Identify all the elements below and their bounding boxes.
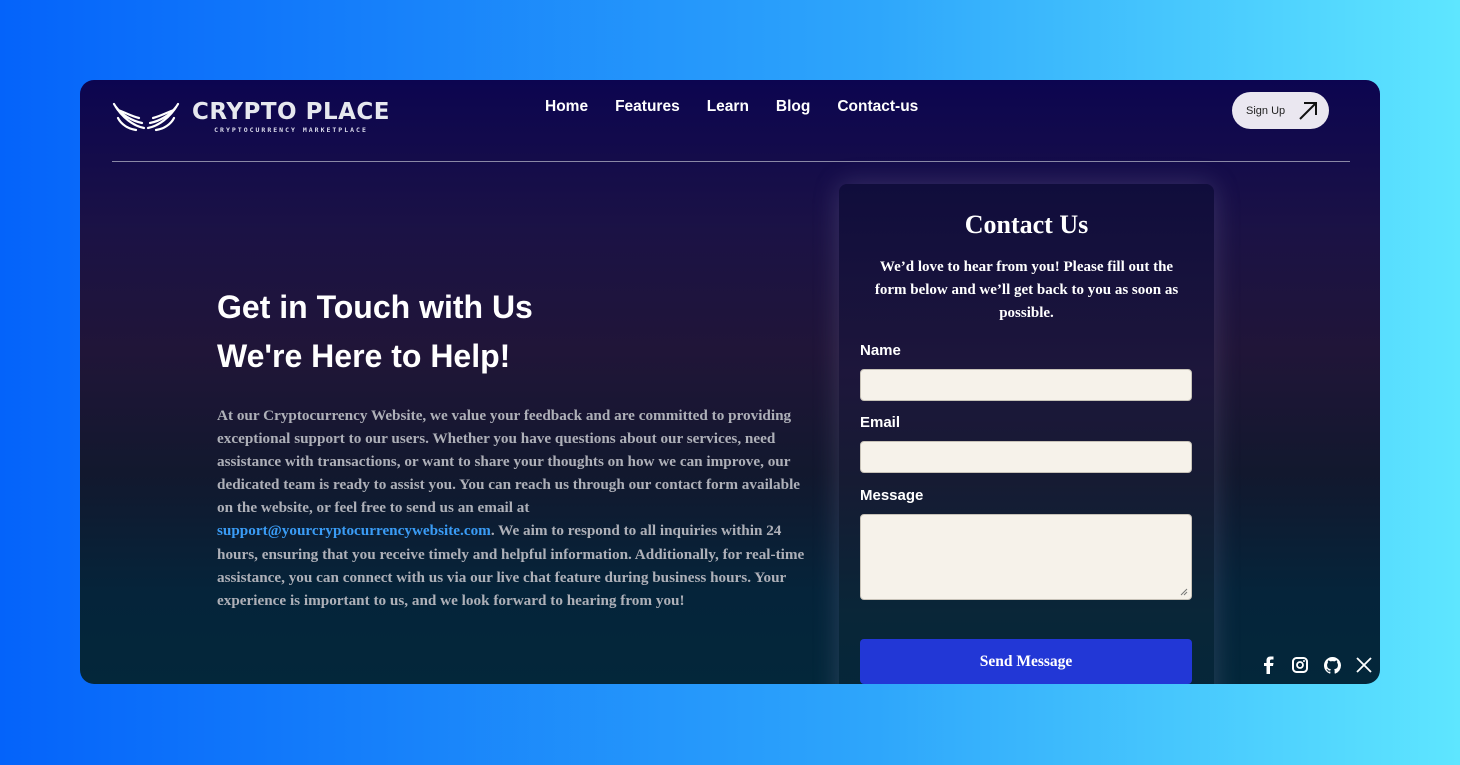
header-divider (112, 161, 1350, 162)
hero-heading: Get in Touch with Us (217, 289, 533, 325)
nav-contact-us[interactable]: Contact-us (837, 98, 918, 116)
instagram-icon[interactable] (1291, 656, 1309, 674)
signup-button[interactable]: Sign Up (1232, 92, 1329, 129)
nav-features[interactable]: Features (615, 98, 680, 116)
brand-title: CRYPTO PLACE (192, 98, 390, 125)
form-description: We’d love to hear from you! Please fill … (874, 259, 1179, 321)
social-links (1259, 656, 1373, 674)
wings-logo-icon (112, 102, 180, 132)
message-label: Message (860, 487, 924, 504)
nav-home[interactable]: Home (545, 98, 588, 116)
signup-label: Sign Up (1246, 104, 1286, 117)
support-email-link[interactable]: support@yourcryptocurrencywebsite.com (217, 522, 491, 539)
email-field[interactable] (860, 441, 1192, 473)
name-label: Name (860, 342, 901, 359)
page-card: CRYPTO PLACE CRYPTOCURRENCY MARKETPLACE … (80, 80, 1380, 684)
facebook-icon[interactable] (1259, 656, 1277, 674)
resize-handle-icon[interactable] (1180, 588, 1188, 596)
hero-section: Get in Touch with Us We're Here to Help!… (217, 290, 807, 612)
email-label: Email (860, 414, 901, 431)
github-icon[interactable] (1323, 656, 1341, 674)
nav-blog[interactable]: Blog (776, 98, 810, 116)
hero-paragraph: At our Cryptocurrency Website, we value … (217, 407, 805, 609)
hero-subheading: We're Here to Help! (217, 338, 511, 374)
name-field[interactable] (860, 369, 1192, 401)
x-icon[interactable] (1355, 656, 1373, 674)
contact-form: Contact Us We’d love to hear from you! P… (839, 184, 1214, 684)
form-title: Contact Us (964, 210, 1089, 239)
nav-learn[interactable]: Learn (707, 98, 749, 116)
message-field[interactable] (860, 514, 1192, 600)
send-message-button[interactable]: Send Message (860, 639, 1192, 684)
brand-logo[interactable]: CRYPTO PLACE CRYPTOCURRENCY MARKETPLACE (112, 98, 390, 134)
arrow-up-right-icon (1299, 102, 1317, 120)
main-nav: Home Features Learn Blog Contact-us (545, 98, 918, 116)
brand-subtitle: CRYPTOCURRENCY MARKETPLACE (214, 125, 368, 134)
